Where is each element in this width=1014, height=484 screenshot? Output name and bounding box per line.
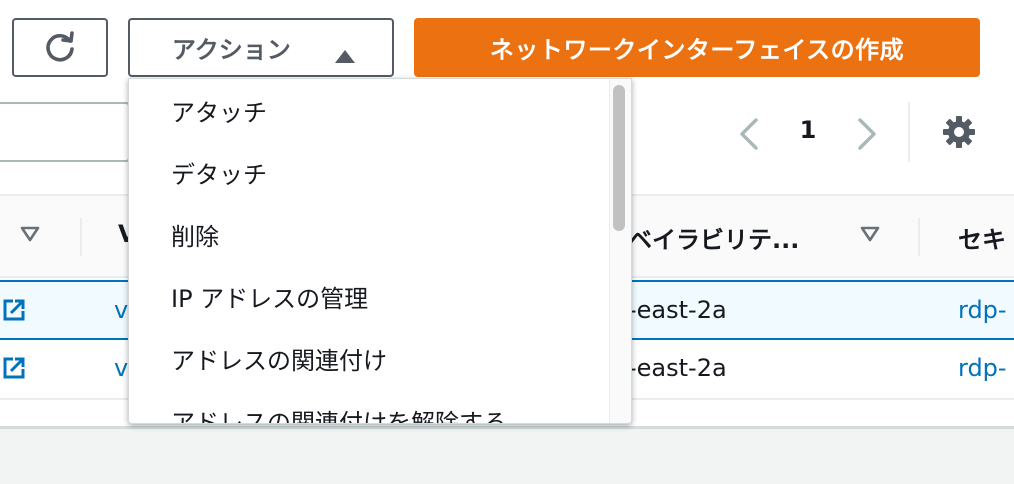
current-page-number[interactable]: 1 [795, 116, 821, 144]
column-divider[interactable] [918, 218, 920, 256]
create-button-label: ネットワークインターフェイスの作成 [489, 36, 905, 64]
sort-triangle-icon[interactable] [20, 226, 40, 246]
cell-v[interactable]: v [114, 296, 128, 324]
pagination-divider [908, 102, 910, 162]
caret-up-icon [334, 42, 356, 70]
menu-item-associate-address[interactable]: アドレスの関連付け [171, 341, 387, 376]
refresh-button[interactable] [12, 18, 108, 77]
column-divider[interactable] [80, 218, 82, 256]
refresh-icon [43, 29, 77, 67]
actions-dropdown-menu: アタッチ デタッチ 削除 IP アドレスの管理 アドレスの関連付け アドレスの関… [128, 78, 632, 424]
menu-item-attach[interactable]: アタッチ [171, 93, 267, 128]
menu-scrollbar[interactable] [609, 79, 631, 423]
create-network-interface-button[interactable]: ネットワークインターフェイスの作成 [414, 18, 980, 77]
external-link-icon[interactable] [2, 356, 26, 384]
cell-security-group[interactable]: rdp- [958, 354, 1007, 382]
menu-scrollbar-thumb[interactable] [613, 85, 625, 231]
menu-item-disassociate-address[interactable]: アドレスの関連付けを解除する [171, 403, 507, 423]
cell-v[interactable]: v [114, 354, 128, 382]
column-header-availability-zone[interactable]: ベイラビリテ... [628, 220, 799, 255]
column-header-security-group[interactable]: セキ [958, 220, 1006, 255]
cell-availability-zone: -east-2a [628, 296, 727, 324]
actions-button-label: アクション [172, 36, 291, 64]
search-input[interactable] [0, 102, 130, 162]
chevron-left-icon[interactable] [736, 114, 762, 158]
sort-triangle-icon[interactable] [860, 226, 880, 246]
menu-item-manage-ip-addresses[interactable]: IP アドレスの管理 [171, 279, 368, 314]
page-footer [0, 429, 1014, 484]
menu-item-detach[interactable]: デタッチ [171, 155, 267, 190]
chevron-right-icon[interactable] [854, 114, 880, 158]
actions-button[interactable]: アクション [128, 18, 394, 77]
cell-security-group[interactable]: rdp- [958, 296, 1007, 324]
cell-availability-zone: -east-2a [628, 354, 727, 382]
external-link-icon[interactable] [2, 298, 26, 326]
gear-icon[interactable] [940, 113, 978, 155]
menu-item-delete[interactable]: 削除 [171, 217, 219, 252]
